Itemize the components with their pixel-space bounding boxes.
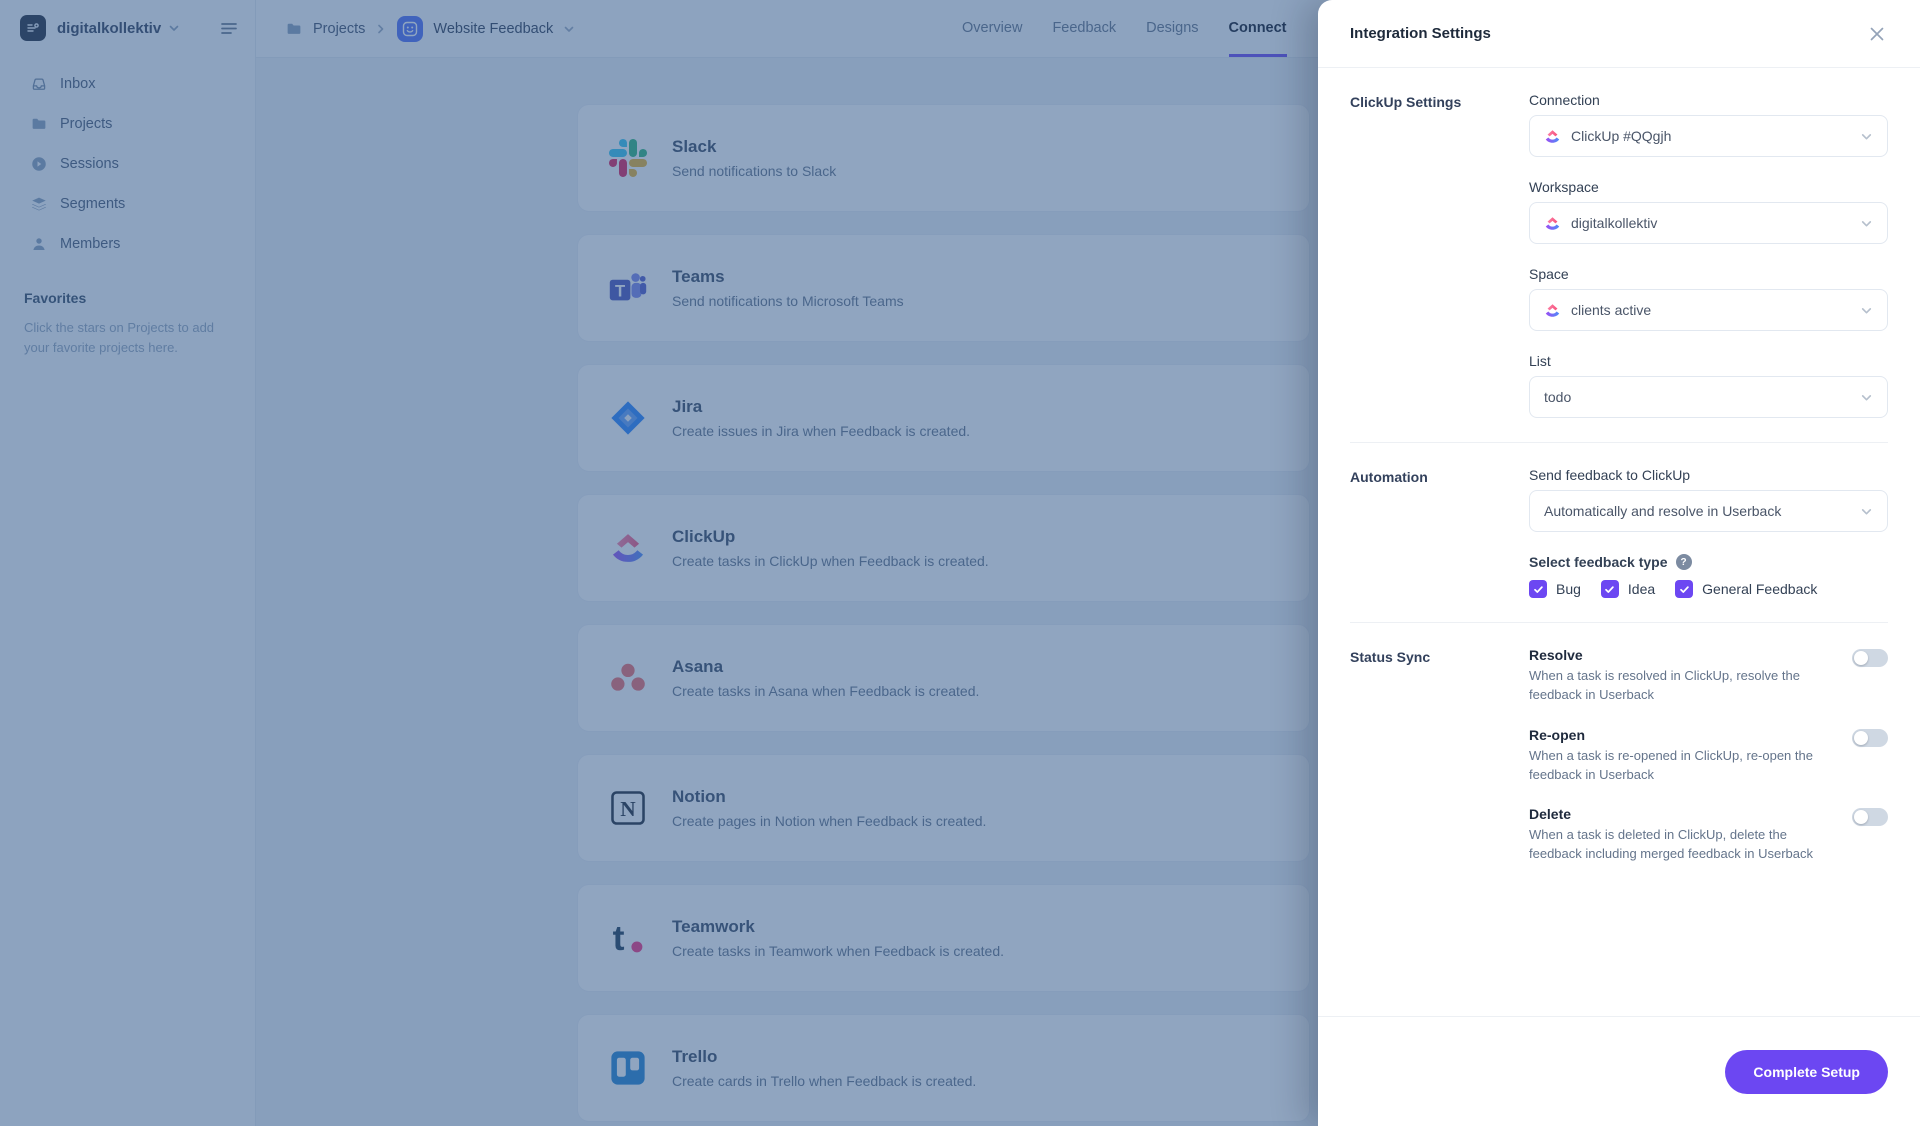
field-send-feedback: Send feedback to ClickUp Automatically a… [1529, 467, 1888, 532]
panel-title: Integration Settings [1350, 25, 1491, 42]
chevron-down-icon [1860, 130, 1873, 143]
panel-body: ClickUp Settings Connection ClickUp #QQg… [1318, 68, 1920, 1016]
send-feedback-select[interactable]: Automatically and resolve in Userback [1529, 490, 1888, 532]
field-space: Space clients active [1529, 266, 1888, 331]
section-automation: Automation Send feedback to ClickUp Auto… [1350, 443, 1888, 623]
checkbox-checked-icon [1675, 580, 1694, 598]
panel-footer: Complete Setup [1318, 1016, 1920, 1126]
section-label: ClickUp Settings [1350, 94, 1462, 110]
space-select[interactable]: clients active [1529, 289, 1888, 331]
feedback-type-label: Select feedback type ? [1529, 554, 1888, 570]
field-workspace: Workspace digitalkollektiv [1529, 179, 1888, 244]
chevron-down-icon [1860, 217, 1873, 230]
integration-settings-panel: Integration Settings ClickUp Settings Co… [1318, 0, 1920, 1126]
chevron-down-icon [1860, 304, 1873, 317]
checkbox-bug[interactable]: Bug [1529, 580, 1581, 598]
chevron-down-icon [1860, 391, 1873, 404]
section-clickup-settings: ClickUp Settings Connection ClickUp #QQg… [1350, 68, 1888, 443]
toggle-row-resolve: Resolve When a task is resolved in Click… [1529, 647, 1888, 705]
section-label: Status Sync [1350, 649, 1431, 665]
checkbox-general-feedback[interactable]: General Feedback [1675, 580, 1817, 598]
chevron-down-icon [1860, 505, 1873, 518]
field-connection: Connection ClickUp #QQgjh [1529, 92, 1888, 157]
clickup-logo-icon [1544, 215, 1561, 232]
workspace-select[interactable]: digitalkollektiv [1529, 202, 1888, 244]
clickup-logo-icon [1544, 302, 1561, 319]
feedback-type-options: Bug Idea General Feedback [1529, 580, 1888, 598]
reopen-toggle[interactable] [1852, 728, 1888, 747]
field-list: List todo [1529, 353, 1888, 418]
section-label: Automation [1350, 469, 1428, 485]
checkbox-checked-icon [1600, 580, 1619, 598]
clickup-logo-icon [1544, 128, 1561, 145]
app-root: digitalkollektiv Inbox Projects Sessions [0, 0, 1920, 1126]
section-status-sync: Status Sync Resolve When a task is resol… [1350, 623, 1888, 888]
checkbox-checked-icon [1529, 580, 1547, 598]
complete-setup-button[interactable]: Complete Setup [1725, 1049, 1888, 1094]
resolve-toggle[interactable] [1852, 649, 1888, 667]
toggle-row-delete: Delete When a task is deleted in ClickUp… [1529, 806, 1888, 864]
toggle-row-reopen: Re-open When a task is re-opened in Clic… [1529, 727, 1888, 785]
panel-header: Integration Settings [1318, 0, 1920, 68]
list-select[interactable]: todo [1529, 376, 1888, 418]
checkbox-idea[interactable]: Idea [1600, 580, 1655, 598]
help-icon[interactable]: ? [1675, 554, 1692, 570]
delete-toggle[interactable] [1852, 808, 1888, 827]
close-icon[interactable] [1864, 21, 1890, 47]
connection-select[interactable]: ClickUp #QQgjh [1529, 115, 1888, 157]
